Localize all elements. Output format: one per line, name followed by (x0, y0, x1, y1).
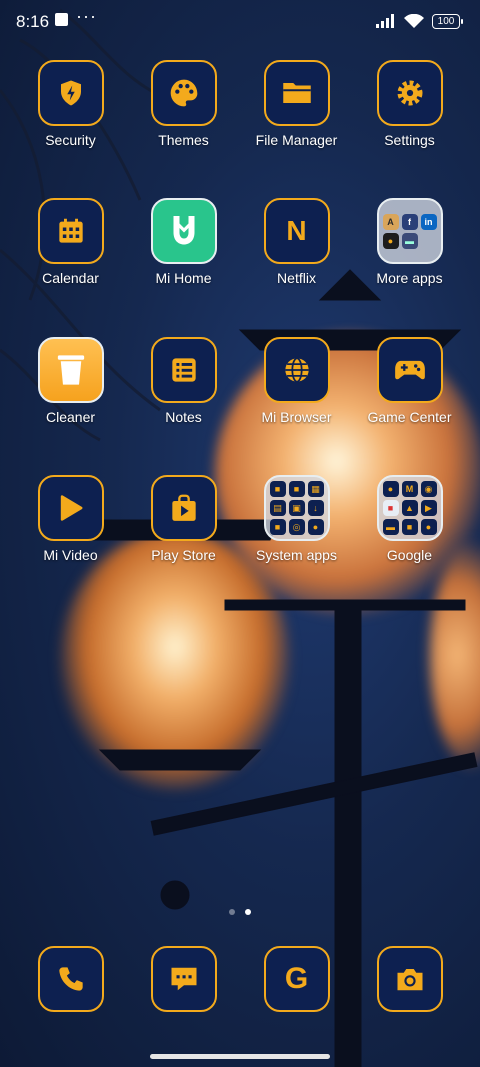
dock-phone[interactable] (14, 946, 127, 1016)
shield-bolt-icon (37, 60, 104, 126)
folder-mini-icon: ◉ (420, 481, 437, 497)
app-label: Google (386, 547, 433, 563)
spotify-mini-icon: ● (382, 232, 399, 249)
linkedin-mini-icon: in (420, 213, 437, 230)
app-label: Mi Home (155, 270, 212, 286)
folder-mini-icon: ◎ (288, 519, 305, 535)
home-gesture-bar[interactable] (150, 1054, 330, 1059)
amazon-mini-icon: A (382, 213, 399, 230)
globe-icon (263, 337, 330, 403)
app-settings[interactable]: Settings (353, 60, 466, 170)
play-icon (37, 475, 104, 541)
dock-google[interactable]: G (240, 946, 353, 1016)
app-label: Game Center (367, 409, 452, 425)
folder-icon: A f in ● ▬ (376, 198, 443, 264)
play-store-bag-icon (150, 475, 217, 541)
signal-icon (376, 14, 394, 28)
status-time: 8:16 (16, 12, 50, 31)
app-label: System apps (256, 547, 337, 563)
folder-mini-icon: M (401, 481, 418, 497)
app-label: Mi Video (43, 547, 98, 563)
app-label: Settings (384, 132, 435, 148)
facebook-mini-icon: f (401, 213, 418, 230)
folder-system-apps[interactable]: ■ ■ ▦ ▤ ▣ ↓ ■ ◎ ● System apps (240, 475, 353, 585)
folder-mini-icon: ● (382, 481, 399, 497)
gamepad-icon (376, 337, 443, 403)
app-calendar[interactable]: Calendar (14, 198, 127, 308)
page-dot[interactable] (229, 909, 235, 915)
folder-icon: ● M ◉ ■ ▲ ▶ ▬ ■ ● (376, 475, 443, 541)
app-label: More apps (376, 270, 443, 286)
app-play-store[interactable]: Play Store (127, 475, 240, 585)
folder-mini-icon: ■ (288, 481, 305, 497)
dock-camera[interactable] (353, 946, 466, 1016)
app-label: Notes (165, 409, 202, 425)
folder-mini-icon: ▲ (401, 500, 418, 516)
app-file-manager[interactable]: File Manager (240, 60, 353, 170)
app-label: Play Store (151, 547, 216, 563)
app-cleaner[interactable]: Cleaner (14, 337, 127, 447)
folder-more-apps[interactable]: A f in ● ▬ More apps (353, 198, 466, 308)
folder-mini-icon: ▶ (420, 500, 437, 516)
palette-icon (150, 60, 217, 126)
folder-mini-icon: ■ (269, 481, 286, 497)
calendar-icon (37, 198, 104, 264)
app-mi-home[interactable]: Mi Home (127, 198, 240, 308)
camera-icon (376, 946, 443, 1012)
dock-messages[interactable] (127, 946, 240, 1016)
folder-icon: ■ ■ ▦ ▤ ▣ ↓ ■ ◎ ● (263, 475, 330, 541)
trash-icon (37, 337, 104, 403)
app-label: Security (45, 132, 96, 148)
mihome-logo-icon (150, 198, 217, 264)
netflix-n-icon: N (263, 198, 330, 264)
phone-icon (37, 946, 104, 1012)
folder-mini-icon: ▬ (382, 519, 399, 535)
app-label: Mi Browser (261, 409, 332, 425)
list-icon (150, 337, 217, 403)
message-icon (150, 946, 217, 1012)
folder-mini-icon: ↓ (307, 500, 324, 516)
app-mi-video[interactable]: Mi Video (14, 475, 127, 585)
folder-mini-icon: ● (420, 519, 437, 535)
folder-mini-icon: ■ (269, 519, 286, 535)
app-notes[interactable]: Notes (127, 337, 240, 447)
wallet-mini-icon: ▬ (401, 232, 418, 249)
app-label: Calendar (42, 270, 99, 286)
app-mi-browser[interactable]: Mi Browser (240, 337, 353, 447)
wifi-icon (404, 13, 424, 28)
folder-google[interactable]: ● M ◉ ■ ▲ ▶ ▬ ■ ● Google (353, 475, 466, 585)
notification-square-icon (55, 13, 68, 26)
google-g-icon: G (263, 946, 330, 1012)
app-label: Themes (158, 132, 209, 148)
app-label: Netflix (277, 270, 316, 286)
battery-icon: 100 (432, 13, 463, 29)
folder-mini-icon: ▣ (288, 500, 305, 516)
app-label: File Manager (255, 132, 338, 148)
app-label: Cleaner (45, 409, 96, 425)
page-indicator (0, 909, 480, 915)
status-bar: 8:16 ··· 100 (0, 0, 480, 42)
folder-mini-icon: ● (307, 519, 324, 535)
page-dot-active[interactable] (245, 909, 251, 915)
folder-icon (263, 60, 330, 126)
folder-mini-icon: ■ (401, 519, 418, 535)
app-netflix[interactable]: N Netflix (240, 198, 353, 308)
app-security[interactable]: Security (14, 60, 127, 170)
gear-icon (376, 60, 443, 126)
more-notifications-indicator: ··· (76, 6, 97, 26)
folder-mini-icon: ▦ (307, 481, 324, 497)
app-themes[interactable]: Themes (127, 60, 240, 170)
folder-mini-icon: ■ (382, 500, 399, 516)
folder-mini-icon: ▤ (269, 500, 286, 516)
app-game-center[interactable]: Game Center (353, 337, 466, 447)
